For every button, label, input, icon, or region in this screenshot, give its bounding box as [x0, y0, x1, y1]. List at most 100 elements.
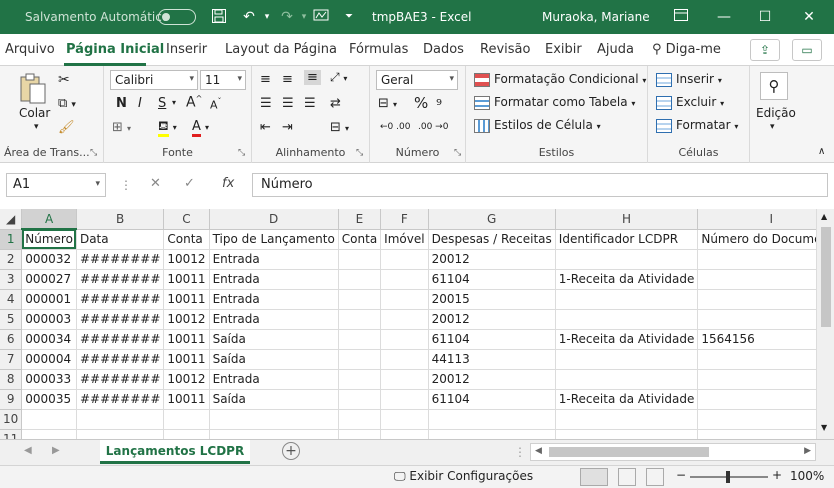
scroll-left-icon[interactable]: ◀: [535, 446, 542, 456]
worksheet-grid[interactable]: ◢ ABCDEFGHIJ 1NúmeroDataContaTipo de Lan…: [0, 209, 816, 439]
cell[interactable]: Entrada: [209, 309, 339, 330]
cell[interactable]: [380, 429, 429, 439]
cell[interactable]: 000034: [21, 329, 77, 350]
redo-icon[interactable]: ↷: [278, 8, 296, 26]
cell[interactable]: 000004: [21, 349, 77, 370]
cell[interactable]: 000035: [21, 389, 77, 410]
accounting-format-icon[interactable]: ⊟ ▾: [378, 96, 397, 111]
font-name-select[interactable]: Calibri ▾: [110, 70, 198, 90]
column-header[interactable]: F: [380, 209, 429, 230]
cell[interactable]: [697, 429, 816, 439]
share-button[interactable]: ⇪: [750, 39, 780, 61]
cell-styles-button[interactable]: Estilos de Célula ▾: [474, 118, 601, 133]
touch-mode-icon[interactable]: [312, 8, 330, 26]
cell[interactable]: 10011: [163, 389, 210, 410]
clipboard-launcher-icon[interactable]: ⤡: [90, 148, 97, 158]
display-settings-button[interactable]: 🖵 Exibir Configurações: [394, 469, 533, 484]
cell[interactable]: ########: [76, 349, 165, 370]
cell[interactable]: 000032: [21, 249, 77, 270]
cell[interactable]: Número: [21, 229, 77, 250]
select-all-corner[interactable]: ◢: [0, 209, 23, 230]
cell[interactable]: [428, 429, 556, 439]
cell[interactable]: [338, 369, 382, 390]
tab-revisao[interactable]: Revisão: [480, 42, 530, 57]
cell[interactable]: [338, 409, 382, 430]
cell[interactable]: 20012: [428, 249, 556, 270]
scroll-down-icon[interactable]: ▼: [821, 423, 827, 432]
cell[interactable]: [338, 309, 382, 330]
undo-dropdown-icon[interactable]: ▾: [258, 8, 276, 26]
cell[interactable]: [697, 249, 816, 270]
cell[interactable]: Conta: [338, 229, 382, 250]
cell[interactable]: [428, 409, 556, 430]
column-header[interactable]: B: [76, 209, 165, 230]
row-header[interactable]: 2: [0, 249, 23, 270]
tab-arquivo[interactable]: Arquivo: [5, 42, 55, 57]
cell[interactable]: [76, 409, 165, 430]
minimize-button[interactable]: —: [711, 6, 737, 28]
name-box-dropdown-icon[interactable]: ▾: [95, 179, 100, 189]
tab-formulas[interactable]: Fórmulas: [349, 42, 408, 57]
format-cells-button[interactable]: Formatar ▾: [656, 118, 738, 133]
cell[interactable]: 10011: [163, 349, 210, 370]
user-name[interactable]: Muraoka, Mariane: [542, 10, 650, 24]
row-header[interactable]: 9: [0, 389, 23, 410]
increase-indent-icon[interactable]: ⇥: [282, 120, 293, 135]
decrease-decimal-icon[interactable]: .00 →0: [418, 122, 448, 132]
row-header[interactable]: 5: [0, 309, 23, 330]
cell[interactable]: ########: [76, 329, 165, 350]
page-break-view-icon[interactable]: [646, 468, 664, 486]
horizontal-scroll-thumb[interactable]: [549, 447, 709, 457]
insert-cells-button[interactable]: Inserir ▾: [656, 72, 722, 87]
cell[interactable]: [338, 289, 382, 310]
cell[interactable]: [697, 409, 816, 430]
paste-button[interactable]: Colar: [19, 106, 50, 120]
cell[interactable]: 61104: [428, 269, 556, 290]
ribbon-display-icon[interactable]: [668, 6, 694, 28]
cell[interactable]: Entrada: [209, 249, 339, 270]
increase-decimal-icon[interactable]: ←0 .00: [380, 122, 410, 132]
align-right-icon[interactable]: ☰: [304, 96, 316, 111]
cell[interactable]: [697, 369, 816, 390]
cell[interactable]: [380, 409, 429, 430]
cell[interactable]: [76, 429, 165, 439]
column-header[interactable]: H: [555, 209, 699, 230]
cell[interactable]: [555, 349, 699, 370]
editing-dropdown-icon[interactable]: ▾: [770, 122, 775, 132]
number-format-select[interactable]: Geral ▾: [376, 70, 458, 90]
name-box[interactable]: A1 ▾: [6, 173, 106, 197]
tab-ajuda[interactable]: Ajuda: [597, 42, 634, 57]
cell[interactable]: [697, 349, 816, 370]
cell[interactable]: [380, 329, 429, 350]
cell[interactable]: Entrada: [209, 269, 339, 290]
formula-input[interactable]: Número: [252, 173, 828, 197]
zoom-slider[interactable]: [690, 471, 768, 483]
cell[interactable]: 000033: [21, 369, 77, 390]
cell[interactable]: [21, 429, 77, 439]
cancel-entry-icon[interactable]: ✕: [150, 176, 161, 191]
cell[interactable]: ########: [76, 249, 165, 270]
align-middle-icon[interactable]: ≡: [282, 72, 293, 87]
row-header[interactable]: 1: [0, 229, 23, 250]
cell[interactable]: 20012: [428, 369, 556, 390]
cell[interactable]: 000001: [21, 289, 77, 310]
cell[interactable]: [555, 309, 699, 330]
font-launcher-icon[interactable]: ⤡: [238, 148, 245, 158]
cell[interactable]: 10011: [163, 269, 210, 290]
cell[interactable]: [209, 429, 339, 439]
cell[interactable]: 10012: [163, 369, 210, 390]
cell[interactable]: [380, 309, 429, 330]
insert-function-button[interactable]: fx: [222, 176, 234, 191]
comments-button[interactable]: ▭: [792, 39, 822, 61]
cell[interactable]: [697, 289, 816, 310]
underline-button[interactable]: S: [158, 96, 166, 111]
row-header[interactable]: 11: [0, 429, 23, 439]
next-sheet-icon[interactable]: ▶: [52, 445, 60, 456]
copy-icon[interactable]: ⧉ ▾: [58, 96, 76, 111]
zoom-level[interactable]: 100%: [790, 469, 824, 483]
cell[interactable]: [555, 429, 699, 439]
cell[interactable]: [338, 329, 382, 350]
vertical-scrollbar[interactable]: ▲ ▼: [816, 209, 834, 439]
tab-inserir[interactable]: Inserir: [166, 42, 207, 57]
collapse-ribbon-icon[interactable]: ∧: [818, 146, 825, 157]
